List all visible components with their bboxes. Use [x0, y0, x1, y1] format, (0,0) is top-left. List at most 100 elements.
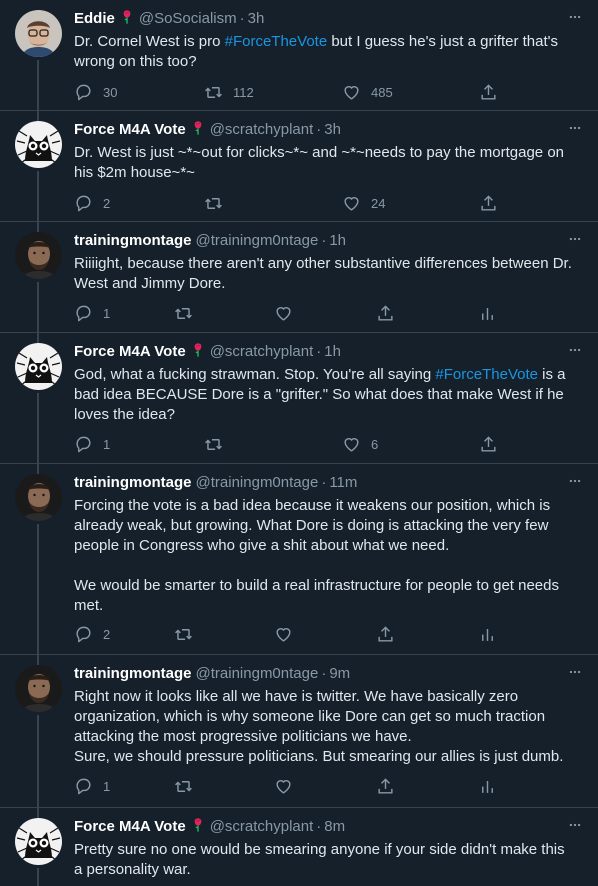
display-name[interactable]: Force M4A Vote	[74, 818, 186, 835]
reply-button[interactable]: 1	[74, 303, 110, 323]
share-button[interactable]	[479, 82, 498, 102]
share-button[interactable]	[376, 624, 395, 644]
reply-count: 2	[103, 626, 111, 642]
tweet[interactable]: trainingmontage @trainingm0ntage · 9m Right …	[0, 655, 598, 808]
retweet-button[interactable]	[174, 624, 203, 644]
analytics-button[interactable]	[478, 624, 497, 644]
retweet-button[interactable]	[204, 434, 233, 454]
retweet-button[interactable]	[204, 193, 233, 213]
like-icon	[344, 196, 359, 211]
tweet-text-segment: Dr. Cornel West is pro	[74, 33, 225, 50]
analytics-button[interactable]	[478, 776, 497, 796]
user-handle[interactable]: @SoSocialism	[139, 10, 237, 27]
reply-count: 1	[103, 436, 111, 452]
reply-button[interactable]: 1	[74, 776, 110, 796]
display-name[interactable]: Eddie	[74, 10, 115, 27]
reply-button[interactable]: 2	[74, 193, 110, 213]
tweet[interactable]: Force M4A Vote @scratchyplant · 8m Pretty su…	[0, 808, 598, 886]
tweet-text-segment: We would be smarter to build a real infr…	[74, 577, 559, 614]
more-button[interactable]	[566, 474, 584, 488]
avatar[interactable]	[15, 665, 62, 712]
timestamp[interactable]: 11m	[329, 474, 357, 491]
avatar[interactable]	[15, 818, 62, 865]
thread-line	[37, 111, 39, 121]
tweet[interactable]: trainingmontage @trainingm0ntage · 11m Forci…	[0, 464, 598, 655]
tweet-text-segment: Right now it looks like all we have is t…	[74, 688, 546, 745]
like-button[interactable]: 24	[342, 193, 385, 213]
tweet-actions: 1	[74, 303, 514, 323]
share-icon	[378, 625, 393, 642]
user-handle[interactable]: @trainingm0ntage	[196, 665, 319, 682]
like-button[interactable]	[274, 776, 303, 796]
tweet-text-segment: God, what a fucking strawman. Stop. You'…	[74, 366, 436, 383]
share-button[interactable]	[376, 303, 395, 323]
more-icon	[569, 348, 581, 352]
thread-line	[37, 524, 39, 655]
reply-button[interactable]: 30	[74, 82, 117, 102]
more-icon	[569, 237, 581, 241]
hashtag-link[interactable]: #ForceTheVote	[225, 33, 328, 50]
hashtag-link[interactable]: #ForceTheVote	[435, 366, 538, 383]
avatar[interactable]	[15, 232, 62, 279]
rose-icon	[194, 121, 202, 135]
timestamp[interactable]: 1h	[329, 232, 346, 249]
share-button[interactable]	[376, 776, 395, 796]
like-button[interactable]: 485	[342, 82, 393, 102]
like-button[interactable]: 6	[342, 434, 378, 454]
retweet-button[interactable]: 112	[204, 82, 254, 102]
rose-icon	[194, 343, 202, 357]
share-button[interactable]	[479, 434, 498, 454]
like-button[interactable]	[274, 303, 303, 323]
tweet[interactable]: trainingmontage @trainingm0ntage · 1h Riiiig…	[0, 222, 598, 333]
user-handle[interactable]: @trainingm0ntage	[196, 232, 319, 249]
more-button[interactable]	[566, 10, 584, 24]
display-name[interactable]: trainingmontage	[74, 665, 192, 682]
more-button[interactable]	[566, 665, 584, 679]
like-count: 485	[371, 84, 393, 100]
display-name[interactable]: Force M4A Vote	[74, 121, 186, 138]
reply-button[interactable]: 1	[74, 434, 110, 454]
retweet-button[interactable]	[174, 303, 203, 323]
display-name[interactable]: trainingmontage	[74, 232, 192, 249]
share-button[interactable]	[479, 193, 498, 213]
like-icon	[344, 85, 359, 100]
avatar[interactable]	[15, 474, 62, 521]
tweet-header: Force M4A Vote @scratchyplant · 3h	[74, 120, 341, 140]
user-handle[interactable]: @trainingm0ntage	[196, 474, 319, 491]
display-name[interactable]: Force M4A Vote	[74, 343, 186, 360]
tweet-actions: 2	[74, 624, 514, 644]
like-icon	[276, 627, 291, 642]
more-button[interactable]	[566, 121, 584, 135]
user-handle[interactable]: @scratchyplant	[210, 818, 314, 835]
like-button[interactable]	[274, 624, 303, 644]
tweet-actions: 16	[74, 434, 514, 454]
thread-line	[37, 655, 39, 665]
reply-button[interactable]: 2	[74, 624, 110, 644]
timestamp[interactable]: 3h	[324, 121, 341, 138]
timestamp[interactable]: 1h	[324, 343, 341, 360]
display-name[interactable]: trainingmontage	[74, 474, 192, 491]
tweet[interactable]: Eddie @SoSocialism · 3h Dr. Cornel West is p…	[0, 0, 598, 111]
tweet-text: Pretty sure no one would be smearing any…	[74, 840, 574, 880]
tweet-actions: 1	[74, 776, 514, 796]
more-button[interactable]	[566, 818, 584, 832]
avatar[interactable]	[15, 121, 62, 168]
tweet[interactable]: Force M4A Vote @scratchyplant · 3h Dr. West …	[0, 111, 598, 222]
retweet-button[interactable]	[174, 776, 203, 796]
user-handle[interactable]: @scratchyplant	[210, 343, 314, 360]
user-handle[interactable]: @scratchyplant	[210, 121, 314, 138]
tweet-header: trainingmontage @trainingm0ntage · 1h	[74, 231, 346, 251]
avatar[interactable]	[15, 343, 62, 390]
timestamp[interactable]: 3h	[248, 10, 265, 27]
more-button[interactable]	[566, 232, 584, 246]
timestamp[interactable]: 8m	[324, 818, 345, 835]
timestamp[interactable]: 9m	[329, 665, 350, 682]
tweet[interactable]: Force M4A Vote @scratchyplant · 1h God, what…	[0, 333, 598, 464]
analytics-button[interactable]	[478, 303, 497, 323]
tweet-header: Force M4A Vote @scratchyplant · 8m	[74, 817, 345, 837]
more-button[interactable]	[566, 343, 584, 357]
rose-icon	[123, 10, 131, 24]
avatar[interactable]	[15, 10, 62, 57]
reply-count: 1	[103, 305, 111, 321]
share-icon	[481, 435, 496, 452]
